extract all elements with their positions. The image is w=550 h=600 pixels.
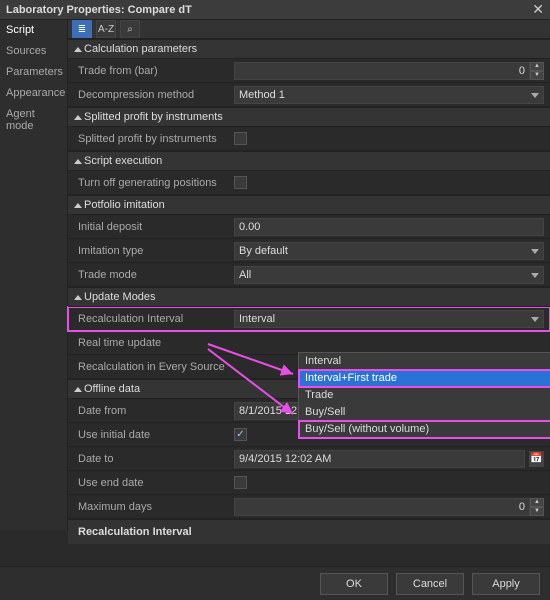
group-script-execution[interactable]: Script execution — [68, 151, 550, 171]
row-imitation-type: Imitation type By default — [68, 239, 550, 263]
row-date-to: Date to 📅 — [68, 447, 550, 471]
label-date-from: Date from — [68, 405, 228, 417]
calendar-icon[interactable]: 📅 — [529, 451, 544, 467]
spin-up-icon[interactable]: ▲ — [530, 498, 544, 507]
row-decompression: Decompression method Method 1 — [68, 83, 550, 107]
dropdown-option[interactable]: Interval+First trade — [299, 370, 550, 387]
label-imitation-type: Imitation type — [68, 245, 228, 257]
apply-button[interactable]: Apply — [472, 573, 540, 595]
property-description: Recalculation Interval — [68, 519, 550, 544]
sidenav-script[interactable]: Script — [0, 20, 67, 41]
group-splitted-profit[interactable]: Splitted profit by instruments — [68, 107, 550, 127]
input-trade-from[interactable] — [234, 62, 530, 80]
window-title: Laboratory Properties: Compare dT — [6, 4, 192, 16]
side-nav: Script Sources Parameters Appearance Age… — [0, 20, 68, 530]
input-date-to[interactable] — [234, 450, 525, 468]
label-use-end-date: Use end date — [68, 477, 228, 489]
spin-down-icon[interactable]: ▼ — [530, 507, 544, 516]
select-trade-mode[interactable]: All — [234, 266, 544, 284]
label-max-days: Maximum days — [68, 501, 228, 513]
property-grid: Calculation parameters Trade from (bar) … — [68, 39, 550, 519]
input-max-days[interactable] — [234, 498, 530, 516]
search-icon[interactable]: ⌕ — [120, 20, 140, 38]
ok-button[interactable]: OK — [320, 573, 388, 595]
checkbox-use-end-date[interactable] — [234, 476, 247, 489]
dropdown-option[interactable]: Trade — [299, 387, 550, 404]
spin-up-icon[interactable]: ▲ — [530, 62, 544, 71]
cancel-button[interactable]: Cancel — [396, 573, 464, 595]
label-turnoff-gen: Turn off generating positions — [68, 177, 228, 189]
description-label: Recalculation Interval — [78, 526, 192, 538]
label-date-to: Date to — [68, 453, 228, 465]
label-splitted-profit: Splitted profit by instruments — [68, 133, 228, 145]
dropdown-option[interactable]: Buy/Sell (without volume) — [299, 421, 550, 438]
checkbox-use-initial-date[interactable]: ✓ — [234, 428, 247, 441]
dropdown-option[interactable]: Interval — [299, 353, 550, 370]
categorized-icon[interactable]: ≣ — [72, 20, 92, 38]
select-recalc-interval[interactable]: Interval — [234, 310, 544, 328]
input-initial-deposit[interactable] — [234, 218, 544, 236]
label-trade-from: Trade from (bar) — [68, 65, 228, 77]
row-recalc-interval: Recalculation Interval Interval — [68, 307, 550, 331]
row-splitted-profit: Splitted profit by instruments — [68, 127, 550, 151]
label-decompression: Decompression method — [68, 89, 228, 101]
sidenav-agent-mode[interactable]: Agent mode — [0, 104, 67, 137]
group-portfolio[interactable]: Potfolio imitation — [68, 195, 550, 215]
row-max-days: Maximum days ▲▼ — [68, 495, 550, 519]
label-initial-deposit: Initial deposit — [68, 221, 228, 233]
label-realtime-update: Real time update — [68, 337, 228, 349]
row-trade-from: Trade from (bar) ▲▼ — [68, 59, 550, 83]
row-use-end-date: Use end date — [68, 471, 550, 495]
group-calculation-parameters[interactable]: Calculation parameters — [68, 39, 550, 59]
label-use-initial-date: Use initial date — [68, 429, 228, 441]
label-recalc-interval: Recalculation Interval — [68, 313, 228, 325]
select-decompression[interactable]: Method 1 — [234, 86, 544, 104]
dialog-buttons: OK Cancel Apply — [0, 566, 550, 600]
dropdown-recalc-interval[interactable]: Interval Interval+First trade Trade Buy/… — [298, 352, 550, 439]
checkbox-splitted-profit[interactable] — [234, 132, 247, 145]
row-initial-deposit: Initial deposit — [68, 215, 550, 239]
sidenav-sources[interactable]: Sources — [0, 41, 67, 62]
dropdown-option[interactable]: Buy/Sell — [299, 404, 550, 421]
spin-down-icon[interactable]: ▼ — [530, 71, 544, 80]
sidenav-appearance[interactable]: Appearance — [0, 83, 67, 104]
label-trade-mode: Trade mode — [68, 269, 228, 281]
close-icon[interactable]: ✕ — [532, 1, 544, 18]
select-imitation-type[interactable]: By default — [234, 242, 544, 260]
alphabetical-button[interactable]: A-Z — [96, 20, 116, 38]
group-update-modes[interactable]: Update Modes — [68, 287, 550, 307]
row-trade-mode: Trade mode All — [68, 263, 550, 287]
title-bar: Laboratory Properties: Compare dT ✕ — [0, 0, 550, 20]
property-toolbar: ≣ A-Z ⌕ — [68, 20, 550, 39]
row-turnoff-gen: Turn off generating positions — [68, 171, 550, 195]
sidenav-parameters[interactable]: Parameters — [0, 62, 67, 83]
checkbox-turnoff-gen[interactable] — [234, 176, 247, 189]
label-recalc-every-source: Recalculation in Every Source — [68, 361, 228, 373]
